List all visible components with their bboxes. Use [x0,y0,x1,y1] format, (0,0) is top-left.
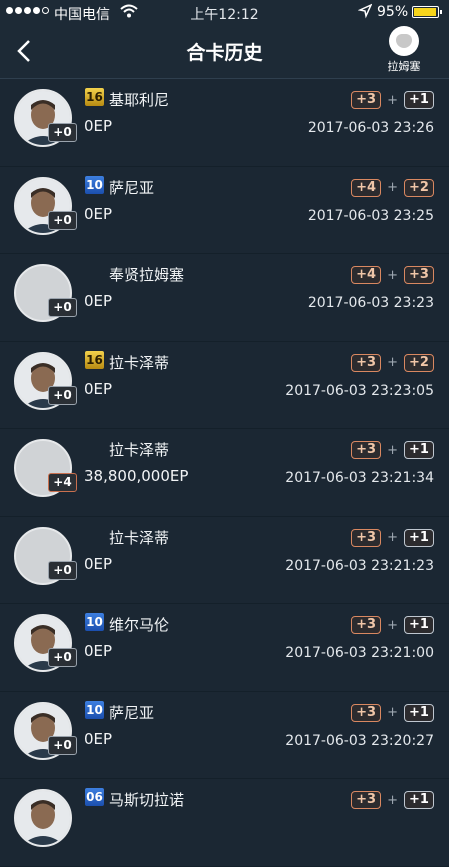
enhance-chips: +4 + +2 [351,178,434,198]
enhance-level-badge: +0 [48,560,77,580]
source-level-chip: +3 [351,353,382,372]
plus-sign: + [387,92,398,108]
material-level-chip: +1 [404,441,434,459]
plus-sign: + [387,530,398,545]
plus-sign: + [387,180,398,195]
ep-value: 38,800,000EP [84,467,189,485]
player-name: 奉贤拉姆塞 [109,266,185,284]
season-badge: 10 [85,175,104,194]
source-level-chip: +3 [351,616,382,634]
material-level-chip: +2 [404,353,434,372]
history-row[interactable]: +0 奉贤拉姆塞 0EP +4 + +3 2017-06-03 23:23 [0,254,449,342]
season-badge: 16 [85,88,104,106]
source-level-chip: +3 [351,91,382,109]
nav-bar: 合卡历史 拉姆塞 [0,26,449,79]
season-badge: 16 [85,350,104,369]
enhance-level-badge: +0 [48,385,77,405]
player-name: 维尔马伦 [109,616,170,634]
ep-value: 0EP [84,292,113,310]
history-row[interactable]: 06 马斯切拉诺 +3 + +1 [0,779,449,867]
history-row[interactable]: +0 10 萨尼亚 0EP +3 + +1 2017-06-03 23:20:27 [0,691,449,779]
source-level-chip: +3 [351,528,382,547]
record-time: 2017-06-03 23:21:00 [285,645,434,661]
location-arrow-icon [357,2,373,24]
history-list: +0 16 基耶利尼 0EP +3 + +1 2017-06-03 23:26 +0 10 萨尼亚 0… [0,79,449,867]
player-name: 基耶利尼 [109,91,170,109]
enhance-level-badge: +0 [48,210,77,230]
material-level-chip: +1 [404,616,434,634]
plus-sign: + [387,705,398,720]
player-name: 拉卡泽蒂 [109,528,170,547]
player-name: 萨尼亚 [109,703,155,722]
season-badge: 10 [85,700,104,719]
enhance-level-badge: +0 [48,298,77,317]
material-level-chip: +3 [404,266,434,284]
source-level-chip: +4 [351,178,382,197]
status-bar: 中国电信 上午12:12 95% [0,0,449,26]
plus-sign: + [387,792,398,808]
player-name: 拉卡泽蒂 [109,441,170,459]
source-level-chip: +3 [351,703,382,722]
enhance-chips: +3 + +1 [351,615,434,635]
season-badge: 06 [85,788,104,806]
enhance-chips: +3 + +1 [351,90,434,110]
season-badge: 10 [85,613,104,631]
club-button[interactable]: 拉姆塞 [382,26,426,74]
enhance-level-badge: +0 [48,735,77,755]
player-avatar [14,789,72,847]
club-name: 拉姆塞 [387,60,421,73]
enhance-chips: +3 + +1 [351,440,434,460]
history-row[interactable]: +0 16 拉卡泽蒂 0EP +3 + +2 2017-06-03 23:23:05 [0,341,449,429]
material-level-chip: +1 [404,703,434,722]
ep-value: 0EP [84,729,113,748]
record-time: 2017-06-03 23:20:27 [285,732,434,749]
ep-value: 0EP [84,117,113,135]
record-time: 2017-06-03 23:23:05 [285,382,434,399]
plus-sign: + [387,267,398,283]
plus-sign: + [387,355,398,370]
player-name: 萨尼亚 [109,178,155,197]
record-time: 2017-06-03 23:21:23 [285,557,434,574]
battery-percent: 95% [377,4,409,20]
ep-value: 0EP [84,204,113,223]
source-level-chip: +3 [351,441,382,459]
ep-value: 0EP [84,554,113,573]
history-row[interactable]: +0 10 维尔马伦 0EP +3 + +1 2017-06-03 23:21:00 [0,604,449,692]
battery-icon [412,6,442,18]
plus-sign: + [387,442,398,458]
material-level-chip: +1 [404,528,434,547]
enhance-level-badge: +0 [48,123,77,142]
player-name: 拉卡泽蒂 [109,353,170,372]
ep-value: 0EP [84,642,113,660]
material-level-chip: +2 [404,178,434,197]
source-level-chip: +3 [351,791,382,809]
enhance-chips: +3 + +1 [351,790,434,810]
history-row[interactable]: +0 拉卡泽蒂 0EP +3 + +1 2017-06-03 23:21:23 [0,516,449,604]
enhance-chips: +3 + +2 [351,353,434,373]
enhance-chips: +3 + +1 [351,703,434,723]
history-row[interactable]: +0 10 萨尼亚 0EP +4 + +2 2017-06-03 23:25 [0,166,449,254]
enhance-chips: +3 + +1 [351,528,434,548]
material-level-chip: +1 [404,91,434,109]
enhance-chips: +4 + +3 [351,265,434,285]
history-row[interactable]: +0 16 基耶利尼 0EP +3 + +1 2017-06-03 23:26 [0,79,449,167]
record-time: 2017-06-03 23:26 [307,120,434,136]
ep-value: 0EP [84,379,113,398]
material-level-chip: +1 [404,791,434,809]
source-level-chip: +4 [351,266,382,284]
history-row[interactable]: +4 拉卡泽蒂 38,800,000EP +3 + +1 2017-06-03 23:21:… [0,429,449,517]
enhance-level-badge: +4 [48,473,77,492]
enhance-level-badge: +0 [48,648,77,667]
record-time: 2017-06-03 23:25 [307,207,434,224]
club-logo-icon [389,26,419,56]
record-time: 2017-06-03 23:21:34 [285,470,434,486]
record-time: 2017-06-03 23:23 [307,295,434,311]
plus-sign: + [387,617,398,633]
